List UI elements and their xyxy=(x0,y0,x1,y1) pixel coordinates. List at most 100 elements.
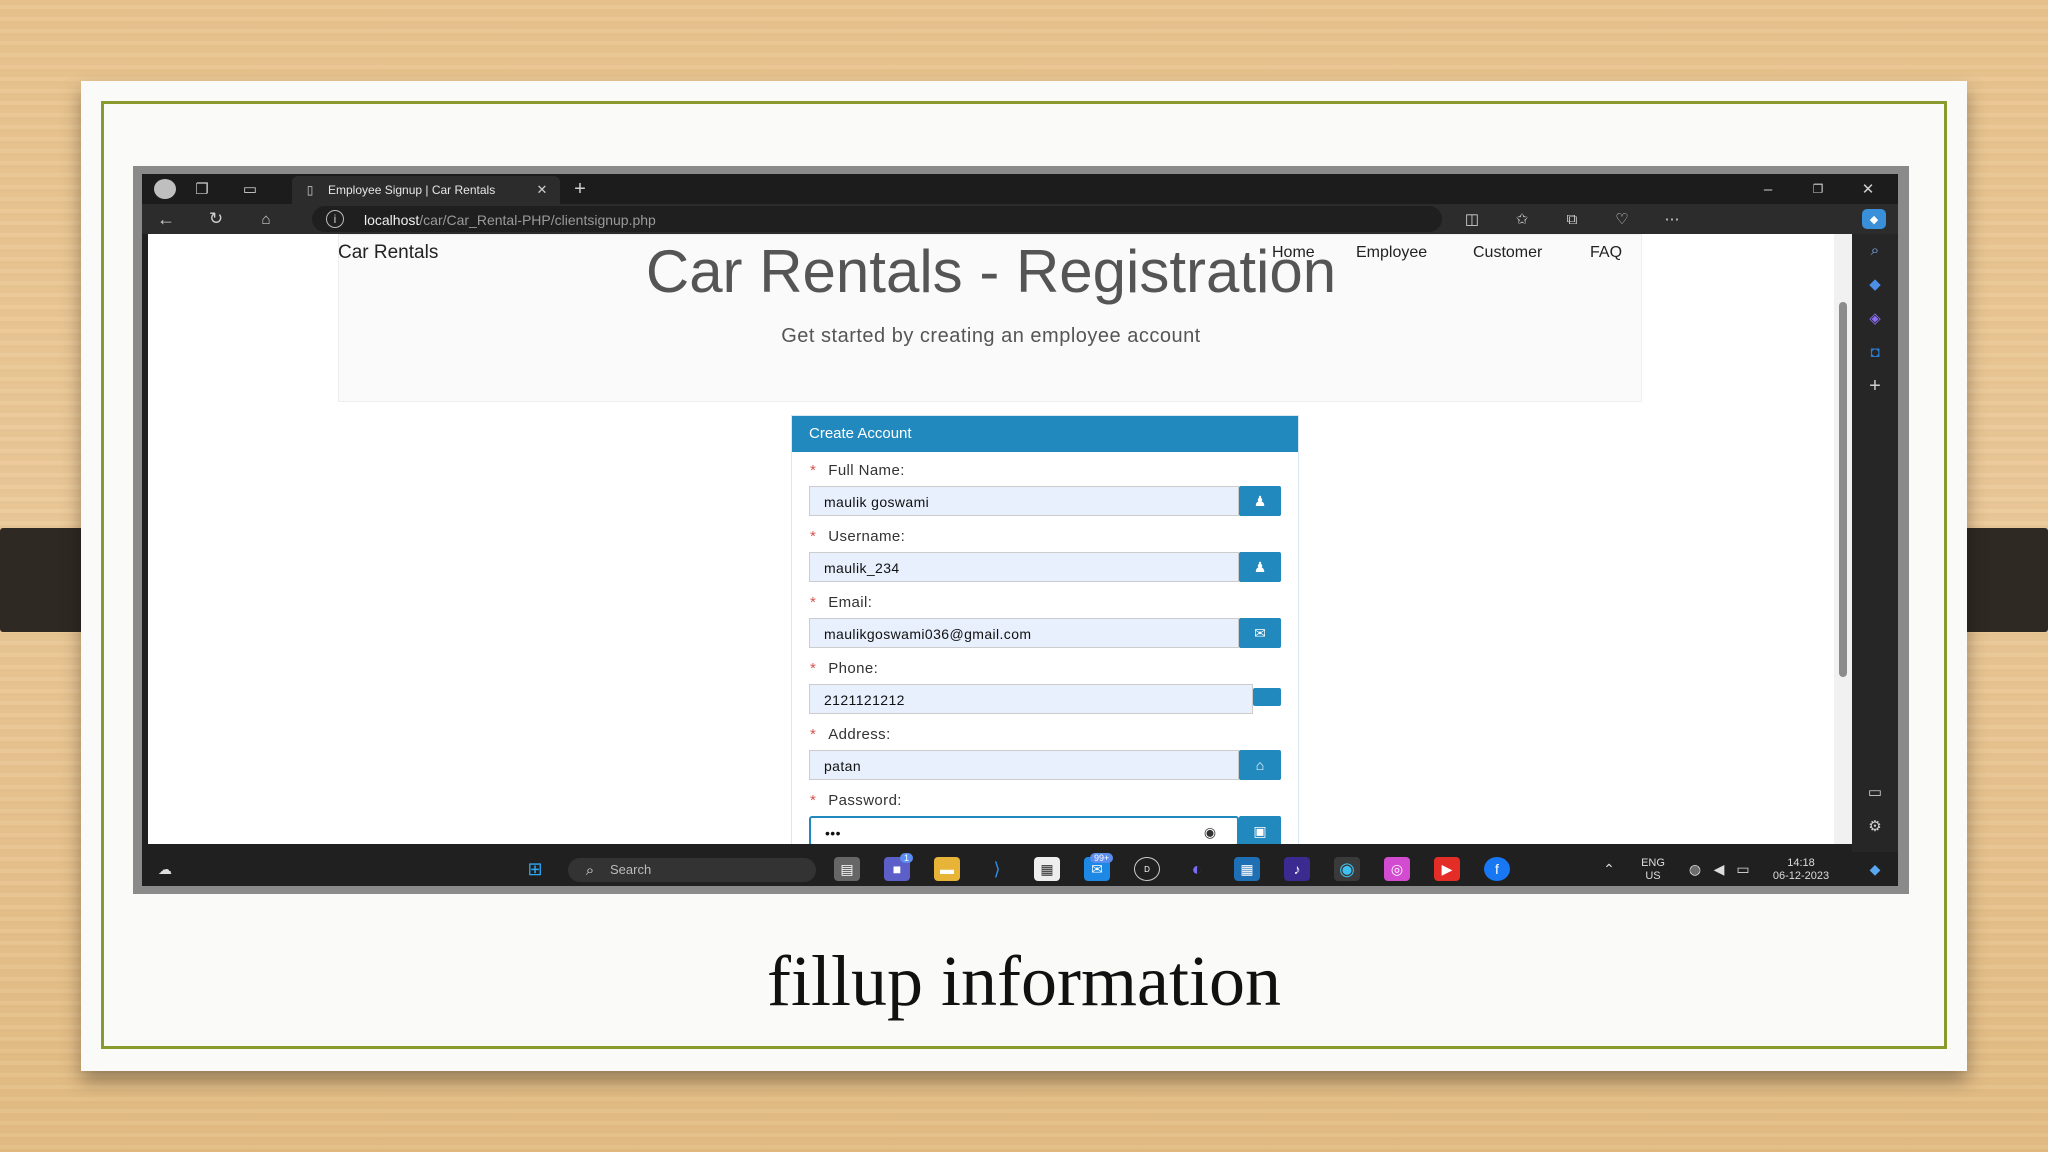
required-mark: * xyxy=(810,660,817,677)
nav-customer[interactable]: Customer xyxy=(1473,244,1542,262)
required-mark: * xyxy=(810,792,817,809)
profile-avatar[interactable] xyxy=(154,179,176,199)
search-placeholder: Search xyxy=(610,862,652,877)
lang-bottom: US xyxy=(1645,870,1661,882)
tab-actions-icon[interactable]: ▭ xyxy=(240,180,260,198)
phone-input[interactable]: 2121121212 xyxy=(809,684,1253,714)
search-icon: ⌕ xyxy=(585,861,595,879)
minimize-icon[interactable]: – xyxy=(1758,179,1778,199)
settings-gear-icon[interactable]: ⚙ xyxy=(1864,816,1886,836)
games-icon[interactable]: ◈ xyxy=(1864,308,1886,328)
task-view-icon[interactable]: ▤ xyxy=(834,857,860,881)
restore-icon[interactable]: ❐ xyxy=(1808,179,1828,199)
new-tab-icon[interactable]: + xyxy=(570,178,590,200)
address-input[interactable]: patan xyxy=(809,750,1239,780)
vscode-icon[interactable]: ⟩ xyxy=(984,857,1010,881)
network-icon[interactable]: ◍ xyxy=(1682,857,1708,881)
copilot-app-icon[interactable]: ◐ xyxy=(1184,857,1210,881)
clock-time: 14:18 xyxy=(1787,857,1815,869)
label-address: * Address: xyxy=(810,726,891,743)
page-title: Car Rentals - Registration xyxy=(645,238,1337,305)
envelope-icon: ✉ xyxy=(1239,618,1281,648)
youtube-icon[interactable]: ▶ xyxy=(1434,857,1460,881)
performance-icon[interactable]: ♡ xyxy=(1612,209,1632,229)
url-path: /car/Car_Rental-PHP/clientsignup.php xyxy=(419,212,656,228)
slide-caption: fillup information xyxy=(767,941,1281,1021)
search-icon[interactable]: ⌕ xyxy=(1864,240,1886,260)
close-window-icon[interactable]: ✕ xyxy=(1858,179,1878,199)
amazon-music-icon[interactable]: ♪ xyxy=(1284,857,1310,881)
outlook-icon[interactable]: ◘ xyxy=(1864,342,1886,362)
nav-faq[interactable]: FAQ xyxy=(1590,244,1622,262)
edge-icon[interactable]: ◉ xyxy=(1334,857,1360,881)
full-name-input[interactable]: maulik goswami xyxy=(809,486,1239,516)
notification-bell-icon[interactable]: ◆ xyxy=(1862,857,1888,881)
panel-heading: Create Account xyxy=(792,416,1298,452)
info-icon[interactable]: i xyxy=(326,210,344,228)
address-bar: ← ↻ ⌂ i localhost/car/Car_Rental-PHP/cli… xyxy=(142,204,1898,234)
label-password: * Password: xyxy=(810,792,902,809)
label-full-name: * Full Name: xyxy=(810,462,905,479)
mail-badge: 99+ xyxy=(1090,853,1114,863)
home-icon: ⌂ xyxy=(1239,750,1281,780)
home-icon[interactable]: ⌂ xyxy=(256,209,276,229)
nav-employee[interactable]: Employee xyxy=(1356,244,1427,262)
file-explorer-icon[interactable]: ▬ xyxy=(934,857,960,881)
label-username: * Username: xyxy=(810,528,905,545)
required-mark: * xyxy=(810,594,817,611)
browser-window: ❐ ▭ ▯ Employee Signup | Car Rentals ✕ + … xyxy=(142,174,1898,886)
volume-icon[interactable]: ◀ xyxy=(1706,857,1732,881)
shopping-icon[interactable]: ◆ xyxy=(1864,274,1886,294)
split-screen-icon[interactable]: ◫ xyxy=(1462,209,1482,229)
back-icon[interactable]: ← xyxy=(156,209,176,229)
label-text: Phone: xyxy=(828,660,879,677)
clock-date: 06-12-2023 xyxy=(1772,870,1830,882)
lang-top: ENG xyxy=(1641,857,1665,869)
page-scrollbar[interactable] xyxy=(1834,234,1852,844)
url-host: localhost xyxy=(364,212,420,228)
label-text: Email: xyxy=(828,594,873,611)
scrollbar-thumb[interactable] xyxy=(1839,302,1847,677)
label-text: Address: xyxy=(828,726,891,743)
collections-button-icon[interactable]: ⧉ xyxy=(1562,209,1582,229)
password-input[interactable]: ••• xyxy=(809,816,1239,844)
url-field[interactable]: i localhost/car/Car_Rental-PHP/clientsig… xyxy=(312,206,1442,232)
taskbar-search[interactable]: ⌕ Search xyxy=(568,858,816,882)
label-email: * Email: xyxy=(810,594,872,611)
site-brand[interactable]: Car Rentals xyxy=(338,242,438,264)
sidebar-toggle-icon[interactable]: ▭ xyxy=(1864,782,1886,802)
instagram-icon[interactable]: ◎ xyxy=(1384,857,1410,881)
tab-employee-signup[interactable]: ▯ Employee Signup | Car Rentals ✕ xyxy=(292,176,560,204)
close-tab-icon[interactable]: ✕ xyxy=(534,182,550,198)
show-password-eye-icon[interactable]: ◉ xyxy=(1198,822,1222,842)
label-text: Full Name: xyxy=(828,462,905,479)
nav-home[interactable]: Home xyxy=(1272,244,1315,262)
page-subtitle: Get started by creating an employee acco… xyxy=(781,325,1201,347)
windows-start-icon[interactable]: ⊞ xyxy=(522,857,548,881)
store-icon[interactable]: ▦ xyxy=(1034,857,1060,881)
tab-bar: ❐ ▭ ▯ Employee Signup | Car Rentals ✕ + … xyxy=(142,174,1898,204)
label-text: Password: xyxy=(828,792,902,809)
more-icon[interactable]: ⋯ xyxy=(1662,209,1682,229)
battery-icon[interactable]: ▭ xyxy=(1730,857,1756,881)
copilot-icon[interactable]: ◆ xyxy=(1862,209,1886,229)
web-page: Car Rentals - Registration Get started b… xyxy=(148,234,1840,844)
email-input[interactable]: maulikgoswami036@gmail.com xyxy=(809,618,1239,648)
refresh-icon[interactable]: ↻ xyxy=(206,209,226,229)
edge-sidebar: ⌕ ◆ ◈ ◘ + ▭ ⚙ xyxy=(1852,234,1898,852)
page-icon: ▯ xyxy=(306,183,314,197)
phone-icon xyxy=(1253,688,1281,706)
favorites-icon[interactable]: ✩ xyxy=(1512,209,1532,229)
language-indicator[interactable]: ENG US xyxy=(1636,857,1670,883)
label-text: Username: xyxy=(828,528,906,545)
widget-app-icon[interactable]: ▦ xyxy=(1234,857,1260,881)
facebook-icon[interactable]: f xyxy=(1484,857,1510,881)
required-mark: * xyxy=(810,462,817,479)
add-sidebar-icon[interactable]: + xyxy=(1864,375,1886,397)
dell-icon[interactable]: D xyxy=(1134,857,1160,881)
weather-icon[interactable]: ☁ xyxy=(152,857,178,881)
clock[interactable]: 14:18 06-12-2023 xyxy=(1766,857,1836,883)
username-input[interactable]: maulik_234 xyxy=(809,552,1239,582)
chevron-up-icon[interactable]: ⌃ xyxy=(1596,857,1622,881)
collections-icon[interactable]: ❐ xyxy=(192,180,212,198)
